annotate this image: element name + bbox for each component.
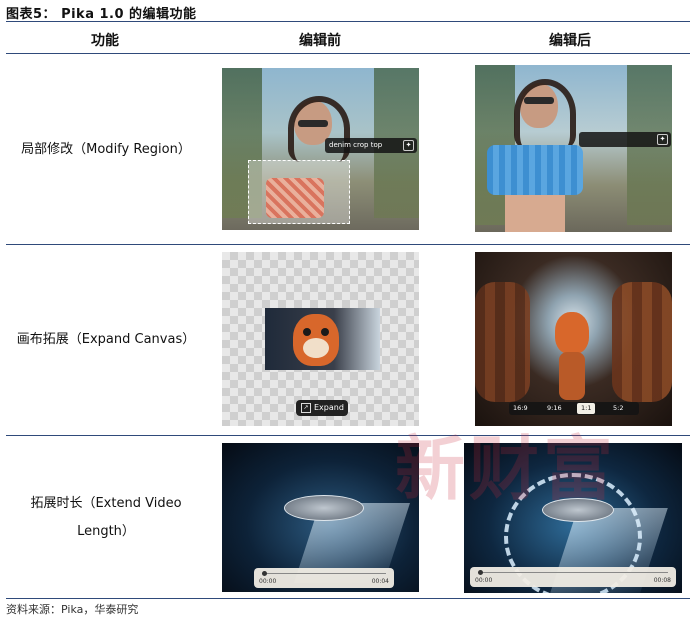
barrels-right — [612, 282, 672, 402]
expand-button-label: Expand — [314, 403, 344, 412]
row-label-line1: 拓展时长（Extend Video — [30, 496, 182, 511]
row-label-line2: Length） — [77, 524, 135, 539]
header-after: 编辑后 — [549, 33, 591, 49]
fox-body — [559, 352, 585, 400]
fox-clip — [265, 308, 380, 370]
midriff — [505, 195, 565, 232]
time-end-after: 00:08 — [653, 577, 671, 584]
prompt-text: denim crop top — [329, 141, 383, 149]
sparkle-icon[interactable]: ✦ — [403, 140, 414, 151]
row-label-modify-region: 局部修改（Modify Region） — [21, 142, 191, 157]
extend-before-image: 00:00 00:04 — [222, 443, 419, 592]
fox-face-after — [555, 312, 589, 354]
modify-before-image: denim crop top ✦ — [222, 68, 419, 230]
modify-after-image: ✦ — [475, 65, 672, 232]
expand-button[interactable]: ↗ Expand — [296, 400, 348, 416]
top-rule — [6, 21, 690, 22]
header-rule — [6, 53, 690, 54]
prompt-box[interactable]: denim crop top ✦ — [325, 138, 417, 153]
time-start: 00:00 — [259, 578, 277, 585]
video-timeline[interactable]: 00:00 00:04 — [254, 568, 394, 588]
prompt-box-after[interactable]: ✦ — [579, 132, 671, 147]
header-before: 编辑前 — [299, 33, 341, 49]
sequin-top — [266, 178, 324, 218]
row-label-extend-length: 拓展时长（Extend Video Length） — [6, 490, 206, 546]
row1-rule — [6, 244, 690, 245]
time-start-after: 00:00 — [475, 577, 493, 584]
playhead-icon-after[interactable] — [478, 570, 483, 575]
bottom-rule — [6, 598, 690, 599]
source-note: 资料来源：Pika，华泰研究 — [6, 603, 139, 616]
expand-before-image: ↗ Expand — [222, 252, 419, 426]
denim-top — [487, 145, 583, 195]
row-label-expand-canvas: 画布拓展（Expand Canvas） — [16, 332, 196, 347]
expand-after-image: 16:9 9:16 1:1 5:2 — [475, 252, 672, 426]
time-end: 00:04 — [371, 578, 389, 585]
figure-title: 图表5： Pika 1.0 的编辑功能 — [6, 7, 197, 22]
spaceship — [284, 495, 364, 521]
sunglasses-icon-after — [524, 97, 554, 104]
header-feature: 功能 — [91, 33, 119, 49]
barrels-left — [475, 282, 530, 402]
expand-icon: ↗ — [301, 402, 311, 413]
sparkle-icon-after[interactable]: ✦ — [657, 134, 668, 145]
playhead-icon[interactable] — [262, 571, 267, 576]
sunglasses-icon — [298, 120, 328, 127]
video-timeline-after[interactable]: 00:00 00:08 — [470, 567, 676, 587]
watermark: 新财富 — [395, 427, 617, 510]
